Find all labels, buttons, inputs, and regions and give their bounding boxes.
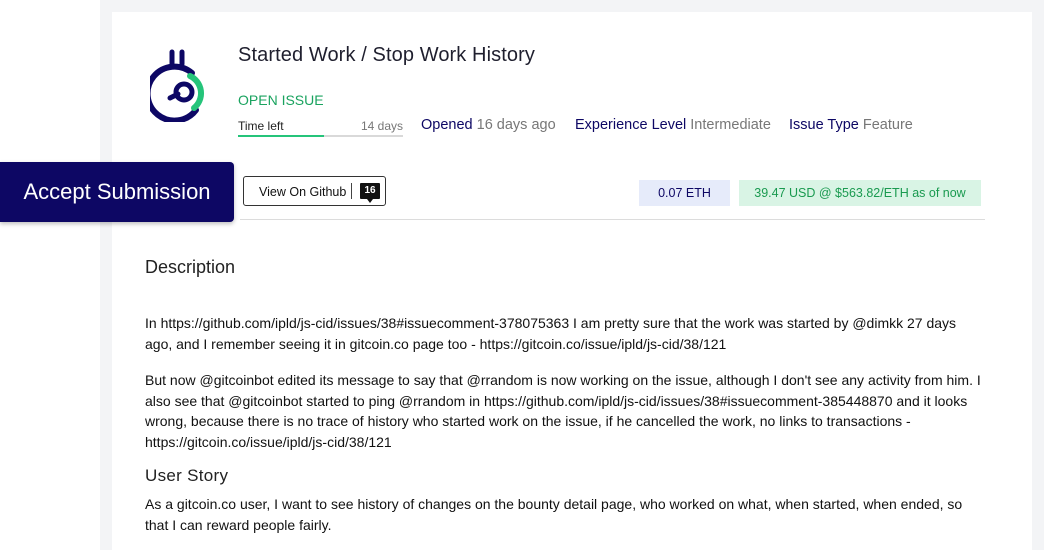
gitcoin-logo-icon [150, 49, 205, 122]
description-heading: Description [145, 257, 236, 277]
experience-value: Intermediate [690, 117, 771, 133]
issue-status: OPEN ISSUE [238, 92, 324, 108]
description-paragraph-2: But now @gitcoinbot edited its message t… [145, 372, 981, 450]
header-divider [240, 219, 985, 220]
time-left-bar [238, 135, 403, 137]
user-story-heading: User Story [145, 466, 229, 485]
user-story-text: As a gitcoin.co user, I want to see hist… [145, 496, 963, 533]
issue-type-meta: Issue Type Feature [789, 117, 913, 133]
accept-submission-button[interactable]: Accept Submission [0, 162, 234, 222]
issue-type-key: Issue Type [789, 117, 859, 133]
time-left-value: 14 days [360, 119, 403, 133]
comment-count-icon: 16 [360, 183, 380, 203]
time-left-label: Time left [238, 119, 284, 133]
opened-value: 16 days ago [476, 117, 556, 133]
view-on-github-button[interactable]: View On Github 16 [243, 176, 386, 206]
opened-key: Opened [421, 117, 473, 133]
time-left-bar-fill [238, 135, 324, 137]
usd-amount-badge: 39.47 USD @ $563.82/ETH as of now [739, 180, 981, 206]
experience-meta: Experience Level Intermediate [575, 117, 771, 133]
eth-amount-badge: 0.07 ETH [639, 180, 730, 206]
view-on-github-label: View On Github [259, 185, 347, 199]
issue-type-value: Feature [862, 117, 913, 133]
issue-title: Started Work / Stop Work History [238, 44, 535, 66]
description-paragraph-1: In https://github.com/ipld/js-cid/issues… [145, 315, 957, 352]
experience-key: Experience Level [575, 117, 687, 133]
github-button-separator [351, 183, 352, 199]
opened-meta: Opened 16 days ago [421, 117, 556, 133]
